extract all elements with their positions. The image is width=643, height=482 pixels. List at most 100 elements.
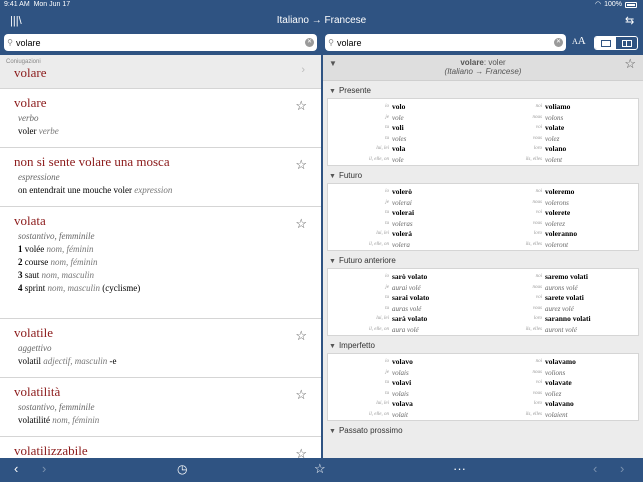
section-title[interactable]: ▼ Passato prossimo [323, 424, 643, 437]
verb-form[interactable]: sarete volati [545, 293, 584, 304]
translation-text[interactable]: volatilité [18, 415, 50, 425]
verb-form[interactable]: volais [392, 389, 409, 400]
section-title[interactable]: ▼ Imperfetto [323, 339, 643, 352]
verb-form[interactable]: volons [545, 113, 563, 124]
verb-form[interactable]: auras volé [392, 304, 421, 315]
verb-form[interactable]: volavano [545, 399, 574, 410]
pronoun: tu [385, 220, 389, 226]
font-size-icon[interactable]: AA [572, 35, 586, 47]
verb-form[interactable]: volaient [545, 410, 568, 421]
verb-form[interactable]: volo [392, 102, 405, 113]
search-input-right[interactable]: ⚲ volare ✕ [325, 34, 566, 51]
verb-form[interactable]: volate [545, 123, 564, 134]
verb-form[interactable]: voliamo [545, 102, 570, 113]
list-item[interactable]: volatilità sostantivo, femminile volatilit… [0, 378, 321, 437]
star-icon[interactable]: ☆ [295, 99, 307, 112]
star-icon[interactable]: ☆ [624, 56, 636, 72]
translation-text[interactable]: volatil [18, 356, 41, 366]
verb-form[interactable]: volavamo [545, 357, 576, 368]
verb-form[interactable]: voli [392, 123, 404, 134]
verb-form[interactable]: voliez [545, 389, 561, 400]
verb-form[interactable]: volava [392, 399, 413, 410]
conjugation-link[interactable]: Coniugazioni volare › [0, 55, 321, 89]
verb-form[interactable]: volano [545, 144, 566, 155]
verb-form[interactable]: voleront [545, 240, 568, 251]
translation-text[interactable]: saut [25, 270, 40, 280]
more-icon[interactable]: ··· [453, 461, 466, 477]
list-item[interactable]: volatile aggettivo volatil adjectif, mascu… [0, 319, 321, 378]
verb-form[interactable]: volerons [545, 198, 569, 209]
clear-icon[interactable]: ✕ [554, 38, 563, 47]
verb-form[interactable]: aurai volé [392, 283, 421, 294]
collapse-icon[interactable]: ▼ [329, 88, 336, 95]
verb-form[interactable]: vole [392, 113, 404, 124]
verb-form[interactable]: voleras [392, 219, 413, 230]
translation-text[interactable]: voler [18, 126, 37, 136]
star-icon[interactable]: ☆ [314, 461, 326, 477]
section-title[interactable]: ▼ Presente [323, 84, 643, 97]
verb-form[interactable]: volerà [392, 229, 412, 240]
section-title[interactable]: ▼ Futuro anteriore [323, 254, 643, 267]
verb-form[interactable]: volez [545, 134, 559, 145]
verb-form[interactable]: volerò [392, 187, 412, 198]
verb-form[interactable]: vola [392, 144, 405, 155]
verb-form[interactable]: aura volé [392, 325, 419, 336]
list-item[interactable]: volata sostantivo, femminile 1 volée nom, … [0, 207, 321, 319]
verb-form[interactable]: volavi [392, 378, 411, 389]
verb-form[interactable]: volait [392, 410, 408, 421]
verb-form[interactable]: saremo volati [545, 272, 588, 283]
verb-form[interactable]: voleremo [545, 187, 574, 198]
translation-text[interactable]: sprint [25, 283, 46, 293]
verb-form[interactable]: voles [392, 134, 406, 145]
verb-form[interactable]: volavate [545, 378, 572, 389]
translation-text[interactable]: course [25, 257, 49, 267]
back-icon[interactable]: ‹ [14, 461, 18, 477]
verb-form[interactable]: volerez [545, 219, 565, 230]
split-pane-icon[interactable] [616, 37, 637, 49]
verb-form[interactable]: volerai [392, 198, 412, 209]
list-item[interactable]: volatilizzabile ☆ [0, 437, 321, 458]
list-item[interactable]: volare verbo voler verbe ☆ [0, 89, 321, 148]
collapse-icon[interactable]: ▼ [329, 428, 336, 435]
verb-form[interactable]: volions [545, 368, 565, 379]
verb-form[interactable]: aurons volé [545, 283, 578, 294]
verb-form[interactable]: volera [392, 240, 410, 251]
pronoun: noi [535, 104, 542, 109]
forward-icon[interactable]: › [42, 461, 46, 477]
back-icon[interactable]: ‹ [593, 461, 597, 477]
section-title[interactable]: ▼ Futuro [323, 169, 643, 182]
swap-icon[interactable]: ⇆ [625, 10, 634, 32]
collapse-icon[interactable]: ▼ [329, 258, 336, 265]
collapse-icon[interactable]: ▼ [329, 173, 336, 180]
conjugation-row: je volais [328, 368, 483, 379]
list-item[interactable]: non si sente volare una mosca espressione… [0, 148, 321, 207]
verb-form[interactable]: aurez volé [545, 304, 574, 315]
verb-form[interactable]: volais [392, 368, 409, 379]
single-pane-icon[interactable] [595, 37, 616, 49]
collapse-icon[interactable]: ▼ [329, 59, 337, 68]
verb-form[interactable]: volerai [392, 208, 414, 219]
clear-icon[interactable]: ✕ [305, 38, 314, 47]
layout-toggle[interactable] [594, 36, 638, 50]
verb-form[interactable]: saranno volati [545, 314, 591, 325]
verb-form[interactable]: volent [545, 155, 562, 166]
forward-icon[interactable]: › [620, 461, 624, 477]
collapse-icon[interactable]: ▼ [329, 343, 336, 350]
search-input-left[interactable]: ⚲ volare ✕ [4, 34, 317, 51]
verb-form[interactable]: sarai volato [392, 293, 429, 304]
verb-form[interactable]: auront volé [545, 325, 577, 336]
star-icon[interactable]: ☆ [295, 158, 307, 171]
verb-form[interactable]: vole [392, 155, 404, 166]
star-icon[interactable]: ☆ [295, 447, 307, 458]
history-icon[interactable]: ◷ [177, 461, 187, 477]
star-icon[interactable]: ☆ [295, 388, 307, 401]
star-icon[interactable]: ☆ [295, 217, 307, 230]
translation-text[interactable]: on entendrait une mouche voler [18, 185, 132, 195]
verb-form[interactable]: sarò volato [392, 272, 427, 283]
verb-form[interactable]: volavo [392, 357, 413, 368]
translation-text[interactable]: volée [25, 244, 45, 254]
star-icon[interactable]: ☆ [295, 329, 307, 342]
verb-form[interactable]: sarà volato [392, 314, 427, 325]
verb-form[interactable]: voleranno [545, 229, 577, 240]
verb-form[interactable]: volerete [545, 208, 570, 219]
